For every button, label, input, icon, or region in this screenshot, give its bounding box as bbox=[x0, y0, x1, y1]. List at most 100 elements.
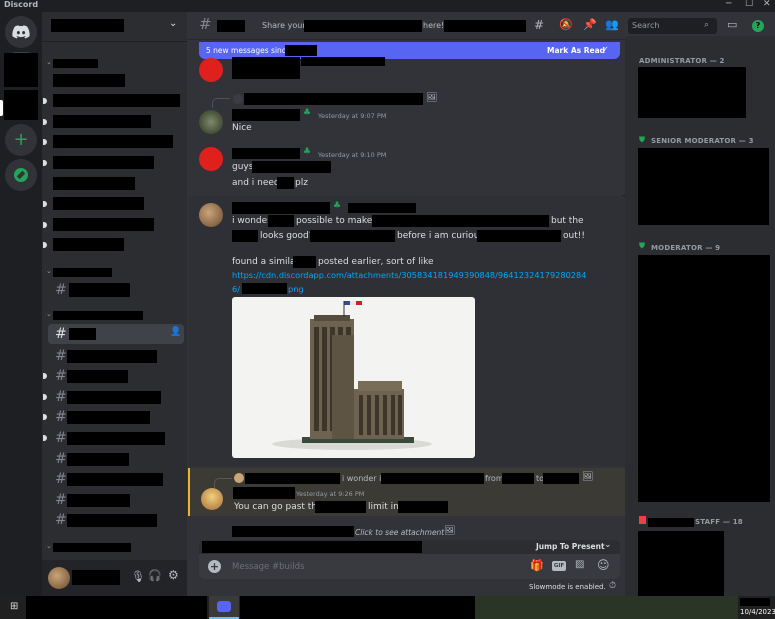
new-messages-text: 5 new messages since bbox=[206, 46, 291, 55]
channel-item[interactable] bbox=[67, 473, 163, 486]
reply-redacted bbox=[381, 473, 484, 484]
search-input[interactable]: Search ⌕ bbox=[628, 18, 717, 34]
channel-item[interactable] bbox=[53, 177, 135, 190]
channel-item[interactable] bbox=[69, 283, 130, 297]
username-redacted[interactable] bbox=[232, 148, 300, 159]
inbox-icon[interactable]: ▭ bbox=[727, 18, 737, 31]
explore-button[interactable] bbox=[5, 159, 37, 191]
member-item-redacted[interactable] bbox=[638, 255, 770, 502]
microphone-icon[interactable]: 🎙 bbox=[131, 570, 145, 583]
taskbar-redacted bbox=[240, 596, 475, 619]
channel-item[interactable] bbox=[67, 432, 165, 445]
minimize-button[interactable]: ─ bbox=[726, 0, 731, 9]
hash-icon: # bbox=[55, 430, 67, 446]
server-icon[interactable] bbox=[4, 53, 38, 87]
gear-icon[interactable]: ⚙ bbox=[168, 568, 179, 582]
channel-item[interactable] bbox=[67, 453, 129, 466]
sticker-icon[interactable]: ▨ bbox=[575, 559, 584, 570]
member-list-icon[interactable]: 👥 bbox=[605, 18, 619, 31]
attachment-image[interactable] bbox=[232, 297, 475, 458]
message-input[interactable]: Message #builds bbox=[232, 562, 304, 572]
member-item-redacted[interactable] bbox=[638, 148, 769, 225]
category-name[interactable] bbox=[53, 543, 131, 552]
attachment-link[interactable]: png bbox=[288, 284, 304, 294]
message-redacted bbox=[372, 215, 549, 227]
channel-item[interactable] bbox=[67, 514, 157, 527]
add-member-icon[interactable]: 👤 bbox=[170, 327, 181, 337]
start-icon[interactable]: ⊞ bbox=[10, 601, 18, 612]
click-to-see-attachment[interactable]: Click to see attachment bbox=[355, 528, 444, 537]
channel-item[interactable] bbox=[67, 411, 150, 424]
channel-item[interactable] bbox=[53, 197, 144, 210]
username-redacted[interactable] bbox=[301, 57, 385, 66]
role-header-staff: STAFF — 18 bbox=[695, 518, 743, 526]
building-model-image bbox=[272, 301, 432, 450]
channel-item[interactable] bbox=[67, 494, 130, 507]
user-avatar[interactable] bbox=[48, 567, 70, 589]
bell-muted-icon[interactable]: 🔕 bbox=[559, 18, 573, 31]
category-chevron-icon: ⌄ bbox=[46, 58, 52, 66]
threads-icon[interactable]: # bbox=[534, 18, 544, 32]
category-name[interactable] bbox=[53, 311, 143, 320]
pin-icon[interactable]: 📌 bbox=[583, 18, 597, 31]
channel-item[interactable] bbox=[53, 115, 151, 128]
attachment-link[interactable]: https://cdn.discordapp.com/attachments/3… bbox=[232, 270, 586, 280]
channel-item[interactable] bbox=[67, 350, 157, 363]
server-header[interactable]: ⌄ bbox=[42, 12, 187, 42]
gift-icon[interactable]: 🎁 bbox=[530, 559, 544, 572]
channel-item[interactable] bbox=[53, 94, 180, 107]
member-item-redacted[interactable] bbox=[638, 531, 724, 596]
message-text: possible to make a bbox=[296, 216, 381, 226]
discord-logo-icon bbox=[12, 25, 30, 39]
member-item-redacted[interactable] bbox=[638, 67, 746, 118]
username-redacted[interactable] bbox=[232, 202, 330, 214]
channel-item-selected[interactable]: # 👤 bbox=[48, 324, 184, 344]
attachment-link[interactable]: 6/ bbox=[232, 284, 240, 294]
channel-item[interactable] bbox=[53, 156, 154, 169]
reply-redacted[interactable] bbox=[244, 93, 423, 105]
reply-redacted[interactable] bbox=[245, 473, 340, 484]
mark-as-read-button[interactable]: Mark As Read bbox=[547, 46, 605, 55]
username-redacted[interactable] bbox=[232, 109, 300, 121]
app-title: Discord bbox=[4, 0, 39, 9]
message-redacted bbox=[268, 215, 294, 227]
channel-item[interactable] bbox=[53, 74, 125, 87]
shield-icon: ⛊ bbox=[639, 241, 645, 250]
channel-item[interactable] bbox=[67, 391, 161, 404]
reply-spine bbox=[212, 98, 230, 108]
channel-item[interactable] bbox=[67, 370, 128, 383]
windows-taskbar: ⊞ 10/4/2023 bbox=[0, 596, 775, 619]
message-composer[interactable]: + Message #builds 🎁 GIF ▨ ☺ bbox=[199, 554, 620, 579]
gif-icon[interactable]: GIF bbox=[552, 561, 566, 571]
channel-item[interactable] bbox=[53, 135, 173, 148]
message-text: limit in bbox=[368, 502, 399, 512]
shield-icon: ⛊ bbox=[639, 135, 645, 144]
user-avatar[interactable] bbox=[199, 147, 223, 171]
add-server-button[interactable]: + bbox=[5, 124, 37, 156]
username-redacted[interactable] bbox=[233, 487, 295, 499]
category-name[interactable] bbox=[53, 59, 98, 68]
channel-item[interactable] bbox=[53, 238, 124, 251]
topic-redacted bbox=[444, 20, 526, 32]
user-avatar[interactable] bbox=[199, 110, 223, 134]
jump-to-present-button[interactable]: Jump To Present bbox=[536, 542, 605, 551]
user-avatar[interactable] bbox=[199, 58, 223, 82]
server-icon[interactable] bbox=[4, 90, 38, 120]
channel-item[interactable] bbox=[53, 218, 154, 231]
taskbar-discord-app[interactable] bbox=[209, 596, 239, 619]
close-button[interactable]: ✕ bbox=[763, 0, 771, 9]
username[interactable] bbox=[72, 570, 120, 585]
reply-text[interactable]: i wonder if bbox=[342, 474, 384, 483]
reply-redacted[interactable] bbox=[232, 526, 354, 537]
category-name[interactable] bbox=[53, 268, 112, 277]
server-name bbox=[51, 19, 124, 32]
headphones-icon[interactable]: 🎧 bbox=[148, 569, 162, 582]
home-button[interactable] bbox=[5, 16, 37, 48]
help-icon[interactable]: ? bbox=[752, 20, 764, 32]
user-avatar[interactable] bbox=[199, 203, 223, 227]
user-avatar[interactable] bbox=[201, 488, 223, 510]
timestamp-redacted bbox=[348, 203, 416, 213]
plus-icon[interactable]: + bbox=[208, 560, 221, 573]
emoji-icon[interactable]: ☺ bbox=[597, 558, 610, 572]
maximize-button[interactable]: ☐ bbox=[745, 0, 753, 9]
